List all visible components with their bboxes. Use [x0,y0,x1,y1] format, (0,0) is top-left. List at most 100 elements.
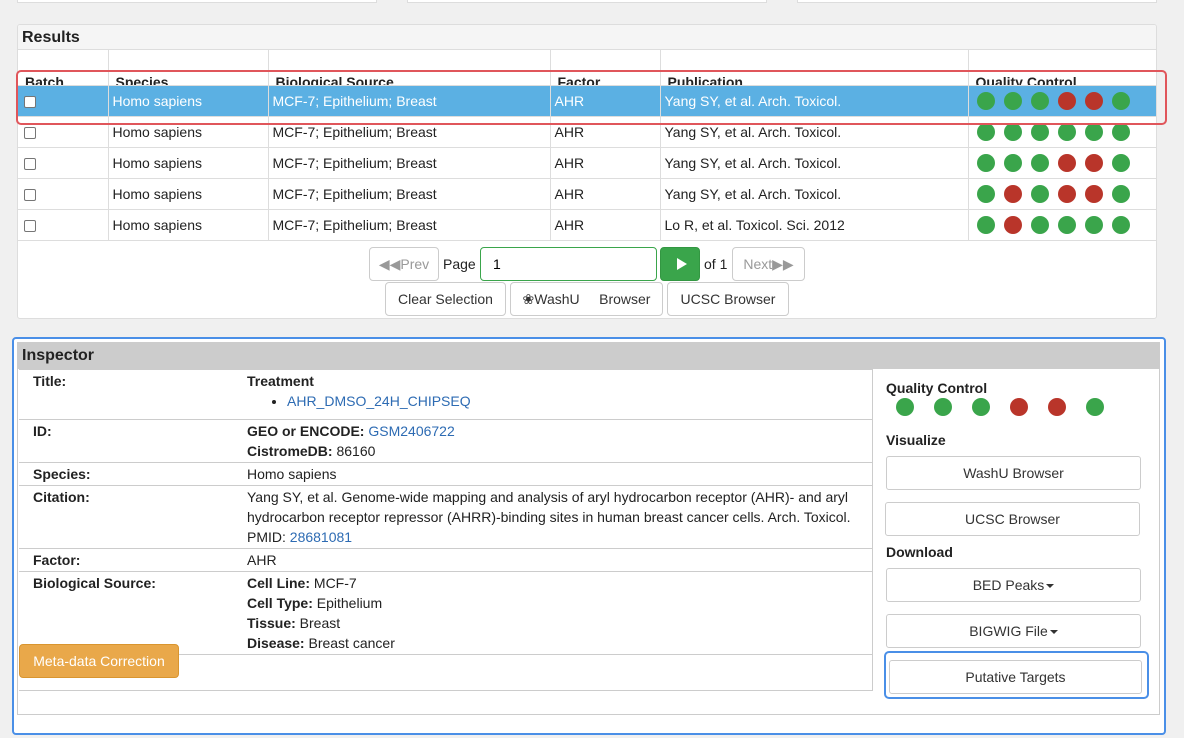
geo-label: GEO or ENCODE: [247,423,365,439]
qc-dot [1084,122,1103,141]
qc-dot [1048,398,1066,417]
caret-down-icon [1046,584,1055,589]
cell-type-value: Epithelium [316,595,383,611]
batch-checkbox[interactable] [24,126,36,139]
visualize-heading: Visualize [886,432,946,448]
batch-checkbox[interactable] [24,219,36,232]
table-row[interactable]: Homo sapiens MCF-7; Epithelium; Breast AHR… [18,116,1156,148]
bio-source-label: Biological Source: [19,571,247,655]
table-row[interactable]: Homo sapiens MCF-7; Epithelium; Breast AHR… [18,147,1156,179]
washu-browser-button[interactable]: ❀WashU Browser [510,282,663,316]
detail-row-factor: Factor: AHR [19,548,873,572]
qc-cell [968,85,1156,117]
table-row[interactable]: Homo sapiens MCF-7; Epithelium; Breast AHR… [18,85,1156,117]
citation-label: Citation: [19,485,247,549]
qc-dot [976,153,995,172]
table-row[interactable]: Homo sapiens MCF-7; Epithelium; Breast AHR… [18,209,1156,241]
batch-cell [18,209,109,241]
clear-selection-button[interactable]: Clear Selection [385,282,506,316]
pmid-label: PMID: [247,529,286,545]
species-value: Homo sapiens [247,462,873,486]
tissue-value: Breast [299,615,341,631]
publication-cell: Yang SY, et al. Arch. Toxicol. [660,178,969,210]
cell-line-label: Cell Line: [247,575,311,591]
batch-cell [18,147,109,179]
factor-cell: AHR [550,116,661,148]
col-batch[interactable]: Batch [18,50,109,86]
factor-value: AHR [247,548,873,572]
qc-dot [1003,91,1022,110]
qc-dot [976,91,995,110]
source-cell: MCF-7; Epithelium; Breast [268,116,551,148]
bed-peaks-button[interactable]: BED Peaks [886,568,1141,602]
pmid-link[interactable]: 28681081 [290,529,352,545]
bigwig-file-button[interactable]: BIGWIG File [886,614,1141,648]
inspector-washu-button[interactable]: WashU Browser [886,456,1141,490]
filter-box-2 [407,0,767,3]
citation-text: Yang SY, et al. Genome-wide mapping and … [247,489,851,525]
publication-cell: Lo R, et al. Toxicol. Sci. 2012 [660,209,969,241]
qc-cell [968,147,1156,179]
filter-box-3 [797,0,1157,3]
title-label: Title: [19,369,247,420]
chevron-double-right-icon: ▶▶ [772,256,794,272]
geo-link[interactable]: GSM2406722 [368,423,454,439]
prev-page-button[interactable]: ◀◀Prev [369,247,439,281]
source-cell: MCF-7; Epithelium; Breast [268,209,551,241]
publication-cell: Yang SY, et al. Arch. Toxicol. [660,147,969,179]
qc-dot [1084,91,1103,110]
batch-checkbox[interactable] [24,157,36,170]
ucsc-browser-button[interactable]: UCSC Browser [667,282,789,316]
treatment-label: Treatment [247,373,314,389]
factor-cell: AHR [550,85,661,117]
col-publication[interactable]: Publication [660,50,969,86]
qc-dot [1057,184,1076,203]
detail-row-id: ID: GEO or ENCODE: GSM2406722 CistromeDB… [19,419,873,463]
page-total-label: of 1 [704,256,728,272]
qc-dot [934,398,952,417]
inspector-panel: Inspector Title: Treatment AHR_DMSO_24H_… [12,337,1166,735]
treatment-link[interactable]: AHR_DMSO_24H_CHIPSEQ [287,393,471,409]
tissue-label: Tissue: [247,615,296,631]
batch-checkbox[interactable] [24,188,36,201]
leaf-icon: ❀ [522,291,535,307]
qc-dot [1111,91,1130,110]
qc-dot [1084,215,1103,234]
list-item: AHR_DMSO_24H_CHIPSEQ [287,391,872,411]
col-factor[interactable]: Factor [550,50,661,86]
qc-dot [1057,215,1076,234]
col-biological-source[interactable]: Biological Source [268,50,551,86]
qc-dot [1057,153,1076,172]
qc-dot [1003,215,1022,234]
filter-box-1 [17,0,377,3]
table-row[interactable]: Homo sapiens MCF-7; Epithelium; Breast AHR… [18,178,1156,210]
cell-type-label: Cell Type: [247,595,313,611]
source-cell: MCF-7; Epithelium; Breast [268,178,551,210]
page-number-input[interactable] [480,247,657,281]
col-species[interactable]: Species [108,50,269,86]
col-quality-control[interactable]: Quality Control [968,50,1156,86]
next-page-button[interactable]: Next▶▶ [732,247,805,281]
metadata-correction-button[interactable]: Meta-data Correction [19,644,179,678]
disease-value: Breast cancer [308,635,395,651]
qc-cell [968,209,1156,241]
qc-dot [1003,122,1022,141]
qc-dot [976,215,995,234]
results-header-row: Batch Species Biological Source Factor P… [18,50,1156,86]
qc-cell [968,178,1156,210]
go-page-button[interactable] [660,247,700,281]
species-cell: Homo sapiens [108,116,269,148]
batch-cell [18,178,109,210]
qc-dot [1111,153,1130,172]
qc-dot [1111,184,1130,203]
detail-row-bio-source: Biological Source: Cell Line: MCF-7 Cell… [19,571,873,655]
page-label: Page [443,256,476,272]
qc-dot [1084,184,1103,203]
qc-dot [896,398,914,417]
putative-targets-button[interactable]: Putative Targets [889,660,1142,694]
qc-dot [1111,122,1130,141]
factor-cell: AHR [550,178,661,210]
species-cell: Homo sapiens [108,209,269,241]
inspector-ucsc-button[interactable]: UCSC Browser [885,502,1140,536]
batch-checkbox[interactable] [24,95,36,108]
